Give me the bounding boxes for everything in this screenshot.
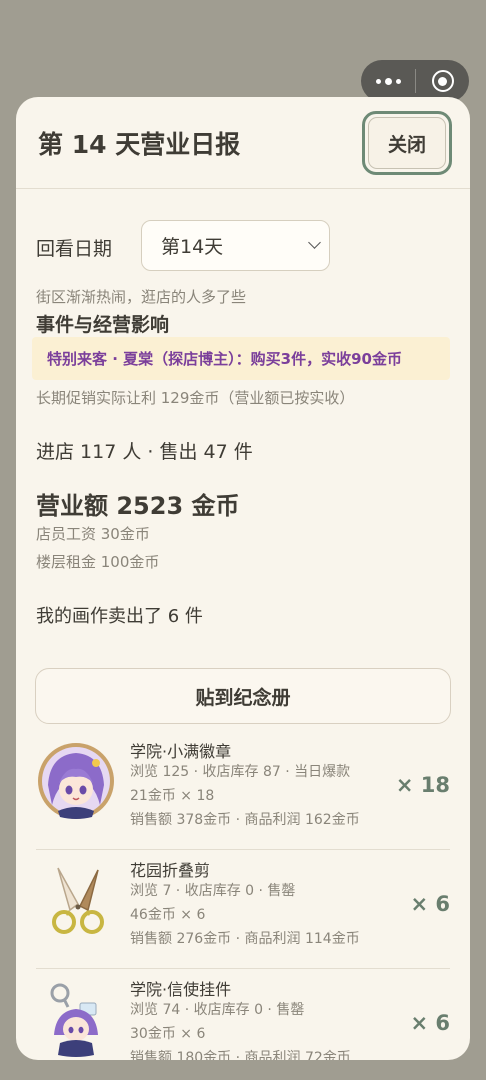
painting-sales-stat: 我的画作卖出了 6 件 [36, 606, 203, 627]
dialog-header: 第 14 天营业日报 关闭 [16, 97, 470, 189]
day-select[interactable]: 第14天 [141, 220, 330, 271]
item-quantity: × 6 [410, 892, 450, 916]
events-heading: 事件与经营影响 [36, 314, 170, 336]
day-select-value: 第14天 [161, 236, 224, 258]
close-button[interactable]: 关闭 [362, 111, 452, 175]
promo-text: 长期促销实际让利 129金币（营业额已按实收） [36, 389, 355, 407]
ambient-text: 街区渐渐热闹，逛店的人多了些 [36, 288, 247, 306]
scissors-icon [36, 860, 116, 940]
item-quantity: × 18 [395, 773, 450, 797]
target-circle-icon[interactable] [416, 60, 469, 102]
list-item[interactable]: 学院·信使挂件 浏览 74 · 收店库存 0 · 售罄 30金币 × 6 销售额… [36, 969, 450, 1060]
rent-stat: 楼层租金 100金币 [36, 553, 160, 571]
revenue-stat: 营业额 2523 金币 [36, 492, 240, 520]
item-price: 46金币 × 6 [130, 907, 206, 923]
miniprogram-capsule [361, 60, 469, 102]
item-sales: 销售额 180金币 · 商品利润 72金币 [130, 1050, 351, 1060]
close-button-label: 关闭 [368, 117, 446, 169]
item-price: 21金币 × 18 [130, 788, 215, 804]
page-title: 第 14 天营业日报 [38, 130, 241, 159]
daily-report-dialog: 第 14 天营业日报 关闭 回看日期 第14天 街区渐渐热闹，逛店的人多了些 事… [16, 97, 470, 1060]
album-button-label: 贴到纪念册 [195, 686, 291, 709]
chevron-down-icon [308, 236, 321, 249]
item-stats: 浏览 74 · 收店库存 0 · 售罄 [130, 1002, 305, 1018]
more-dots-icon[interactable] [361, 60, 415, 102]
wage-stat: 店员工资 30金币 [36, 525, 150, 543]
item-sales: 销售额 378金币 · 商品利润 162金币 [130, 812, 360, 828]
item-price: 30金币 × 6 [130, 1026, 206, 1042]
visitors-stat: 进店 117 人 · 售出 47 件 [36, 441, 253, 463]
special-visitor-banner: 特别来客 · 夏棠（探店博主）：购买3件，实收90金币 [32, 337, 450, 380]
list-item[interactable]: 学院·小满徽章 浏览 125 · 收店库存 87 · 当日爆款 21金币 × 1… [36, 731, 450, 850]
acrylic-keychain-icon [36, 979, 116, 1059]
list-item[interactable]: 花园折叠剪 浏览 7 · 收店库存 0 · 售罄 46金币 × 6 销售额 27… [36, 850, 450, 969]
item-quantity: × 6 [410, 1011, 450, 1035]
item-stats: 浏览 125 · 收店库存 87 · 当日爆款 [130, 764, 351, 780]
item-stats: 浏览 7 · 收店库存 0 · 售罄 [130, 883, 296, 899]
item-name: 学院·信使挂件 [130, 980, 232, 999]
item-sales: 销售额 276金币 · 商品利润 114金币 [130, 931, 360, 947]
anime-badge-icon [36, 741, 116, 821]
album-button[interactable]: 贴到纪念册 [35, 668, 451, 724]
item-name: 学院·小满徽章 [130, 742, 232, 761]
item-name: 花园折叠剪 [130, 861, 211, 880]
special-visitor-text: 特别来客 · 夏棠（探店博主）：购买3件，实收90金币 [47, 350, 402, 368]
review-date-label: 回看日期 [36, 238, 113, 260]
